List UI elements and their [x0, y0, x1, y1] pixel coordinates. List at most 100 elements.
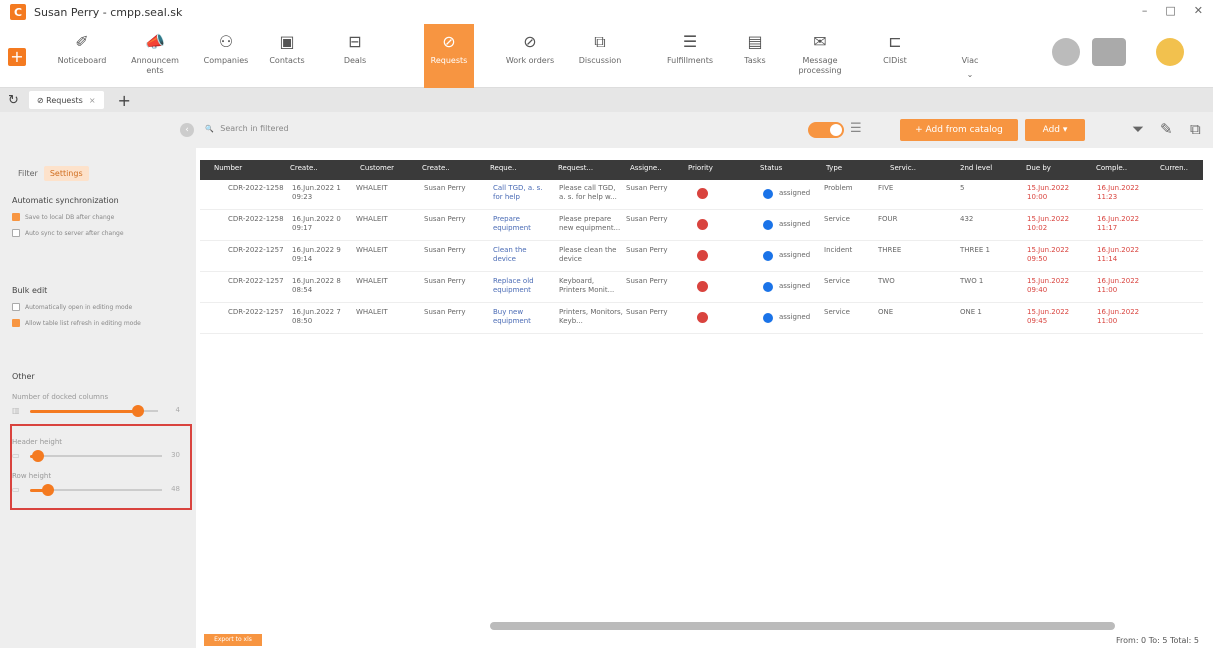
auto-open-editing-checkbox[interactable]: Automatically open in editing mode	[12, 303, 188, 311]
tab-filter[interactable]: Filter	[12, 166, 44, 181]
nav-item-noticeboard[interactable]: ✐ Noticeboard	[52, 24, 112, 88]
slider-knob[interactable]	[132, 405, 144, 417]
maximize-button[interactable]: □	[1165, 4, 1175, 17]
column-header[interactable]: Create..	[422, 164, 450, 172]
nav-item-requests[interactable]: ⊘ Requests	[424, 24, 474, 88]
column-header[interactable]: Status	[760, 164, 782, 172]
cell-request[interactable]: Call TGD, a. s. for help	[493, 184, 549, 202]
refresh-icon[interactable]: ↻	[8, 93, 19, 108]
column-header[interactable]: Number	[214, 164, 242, 172]
cell-assignee: Susan Perry	[626, 277, 668, 285]
cell-description: Please prepare new equipment...	[559, 215, 621, 232]
checkbox-icon	[12, 229, 20, 237]
cell-type: Service	[824, 308, 850, 316]
discussion-icon: ⧉	[594, 32, 606, 51]
cell-due: 15.Jun.2022 09:45	[1027, 308, 1070, 325]
collapse-sidebar-button[interactable]: ‹	[180, 123, 194, 137]
view-toggle[interactable]	[808, 122, 844, 138]
docked-columns-slider[interactable]: ▥ 4	[12, 403, 188, 419]
nav-item-cidlist[interactable]: ⊏ CIDist	[870, 24, 920, 88]
checkbox-icon	[12, 319, 20, 327]
notifications-avatar-icon[interactable]	[1052, 38, 1080, 66]
add-from-catalog-button[interactable]: + Add from catalog	[900, 119, 1018, 141]
nav-item-deals[interactable]: ⊟ Deals	[330, 24, 380, 88]
column-header[interactable]: Request...	[558, 164, 593, 172]
noticeboard-icon: ✐	[75, 32, 89, 51]
horizontal-scrollbar[interactable]	[490, 622, 1115, 630]
cell-due: 15.Jun.2022 09:50	[1027, 246, 1070, 263]
checkbox-label: Automatically open in editing mode	[25, 303, 133, 311]
tab-settings[interactable]: Settings	[43, 166, 89, 181]
cell-type: Incident	[824, 246, 853, 254]
column-header[interactable]: Type	[826, 164, 842, 172]
list-view-icon[interactable]: ☰	[850, 121, 862, 136]
nav-item-companies[interactable]: ⚇ Companies	[196, 24, 256, 88]
nav-item-fulfillments[interactable]: ☰ Fulfillments	[655, 24, 725, 88]
copy-icon[interactable]: ⧉	[1190, 120, 1201, 138]
user-avatar[interactable]	[1156, 38, 1184, 66]
toolbar: ‹ 🔍 Search in filtered ☰ + Add from cata…	[0, 112, 1213, 148]
nav-item-contacts[interactable]: ▣ Contacts	[262, 24, 312, 88]
cell-request[interactable]: Prepare equipment	[493, 215, 549, 233]
other-section: Other Number of docked columns ▥ 4	[12, 372, 188, 419]
add-tab-icon[interactable]: +	[118, 91, 131, 110]
allow-refresh-checkbox[interactable]: Allow table list refresh in editing mode	[12, 319, 188, 327]
filter-icon[interactable]: ⏷	[1132, 120, 1144, 138]
table-row[interactable]: CDR-2022-1258 16.Jun.2022 1 09:23 WHALEIT S…	[200, 180, 1203, 210]
cell-creator: Susan Perry	[424, 215, 466, 223]
column-header[interactable]: Curren..	[1160, 164, 1188, 172]
column-header[interactable]: Servic..	[890, 164, 916, 172]
new-item-button[interactable]: +	[8, 48, 26, 66]
cell-creator: Susan Perry	[424, 277, 466, 285]
bulk-edit-section: Bulk edit Automatically open in editing …	[12, 286, 188, 327]
cell-customer: WHALEIT	[356, 215, 388, 223]
column-header[interactable]: Due by	[1026, 164, 1051, 172]
table-row[interactable]: CDR-2022-1258 16.Jun.2022 0 09:17 WHALEIT S…	[200, 211, 1203, 241]
column-header[interactable]: Reque..	[490, 164, 517, 172]
cell-created: 16.Jun.2022 0 09:17	[292, 215, 341, 232]
nav-item-message-processing[interactable]: ✉ Message processing	[790, 24, 850, 88]
auto-sync-server-checkbox[interactable]: Auto sync to server after change	[12, 229, 188, 237]
export-xls-button[interactable]: Export to xls	[204, 634, 262, 646]
cell-request[interactable]: Replace old equipment	[493, 277, 549, 295]
cell-completed: 16.Jun.2022 11:14	[1097, 246, 1140, 263]
status-dot-icon	[763, 189, 773, 199]
cell-request[interactable]: Buy new equipment	[493, 308, 549, 326]
edit-icon[interactable]: ✎	[1160, 120, 1173, 138]
column-header[interactable]: Create..	[290, 164, 318, 172]
column-header[interactable]: 2nd level	[960, 164, 992, 172]
nav-item-tasks[interactable]: ▤ Tasks	[735, 24, 775, 88]
nav-item-announcements[interactable]: 📣 Announcem ents	[130, 24, 180, 88]
minimize-button[interactable]: –	[1142, 4, 1148, 17]
cell-due: 15.Jun.2022 10:02	[1027, 215, 1070, 232]
table-row[interactable]: CDR-2022-1257 16.Jun.2022 9 09:14 WHALEIT S…	[200, 242, 1203, 272]
cell-level2: THREE 1	[960, 246, 990, 254]
cell-service: TWO	[878, 277, 895, 285]
tab-requests[interactable]: ⊘ Requests ×	[28, 91, 104, 109]
nav-item-work-orders[interactable]: ⊘ Work orders	[500, 24, 560, 88]
cell-due: 15.Jun.2022 10:00	[1027, 184, 1070, 201]
checkbox-icon	[12, 303, 20, 311]
cell-request[interactable]: Clean the device	[493, 246, 549, 264]
column-header[interactable]: Priority	[688, 164, 713, 172]
cell-number: CDR-2022-1257	[228, 246, 284, 254]
save-local-db-checkbox[interactable]: Save to local DB after change	[12, 213, 188, 221]
cell-status: assigned	[779, 313, 811, 321]
checkbox-label: Auto sync to server after change	[25, 229, 124, 237]
table-row[interactable]: CDR-2022-1257 16.Jun.2022 7 08:50 WHALEIT S…	[200, 304, 1203, 334]
nav-item-discussion[interactable]: ⧉ Discussion	[570, 24, 630, 88]
column-header[interactable]: Comple..	[1096, 164, 1127, 172]
search-input[interactable]: 🔍 Search in filtered	[205, 124, 289, 133]
table-row[interactable]: CDR-2022-1257 16.Jun.2022 8 08:54 WHALEIT S…	[200, 273, 1203, 303]
column-header[interactable]: Assigne..	[630, 164, 662, 172]
title-bar: C Susan Perry - cmpp.seal.sk – □ ✕	[0, 0, 1213, 24]
nav-item-label: Fulfillments	[666, 56, 714, 65]
cloud-sync-icon[interactable]	[1092, 38, 1126, 66]
close-tab-icon[interactable]: ×	[89, 96, 96, 105]
cell-service: FOUR	[878, 215, 898, 223]
column-header[interactable]: Customer	[360, 164, 394, 172]
checkbox-label: Allow table list refresh in editing mode	[25, 319, 141, 327]
close-button[interactable]: ✕	[1194, 4, 1203, 17]
nav-item-more[interactable]: Viac ⌄	[950, 24, 990, 88]
add-button[interactable]: Add ▾	[1025, 119, 1085, 141]
